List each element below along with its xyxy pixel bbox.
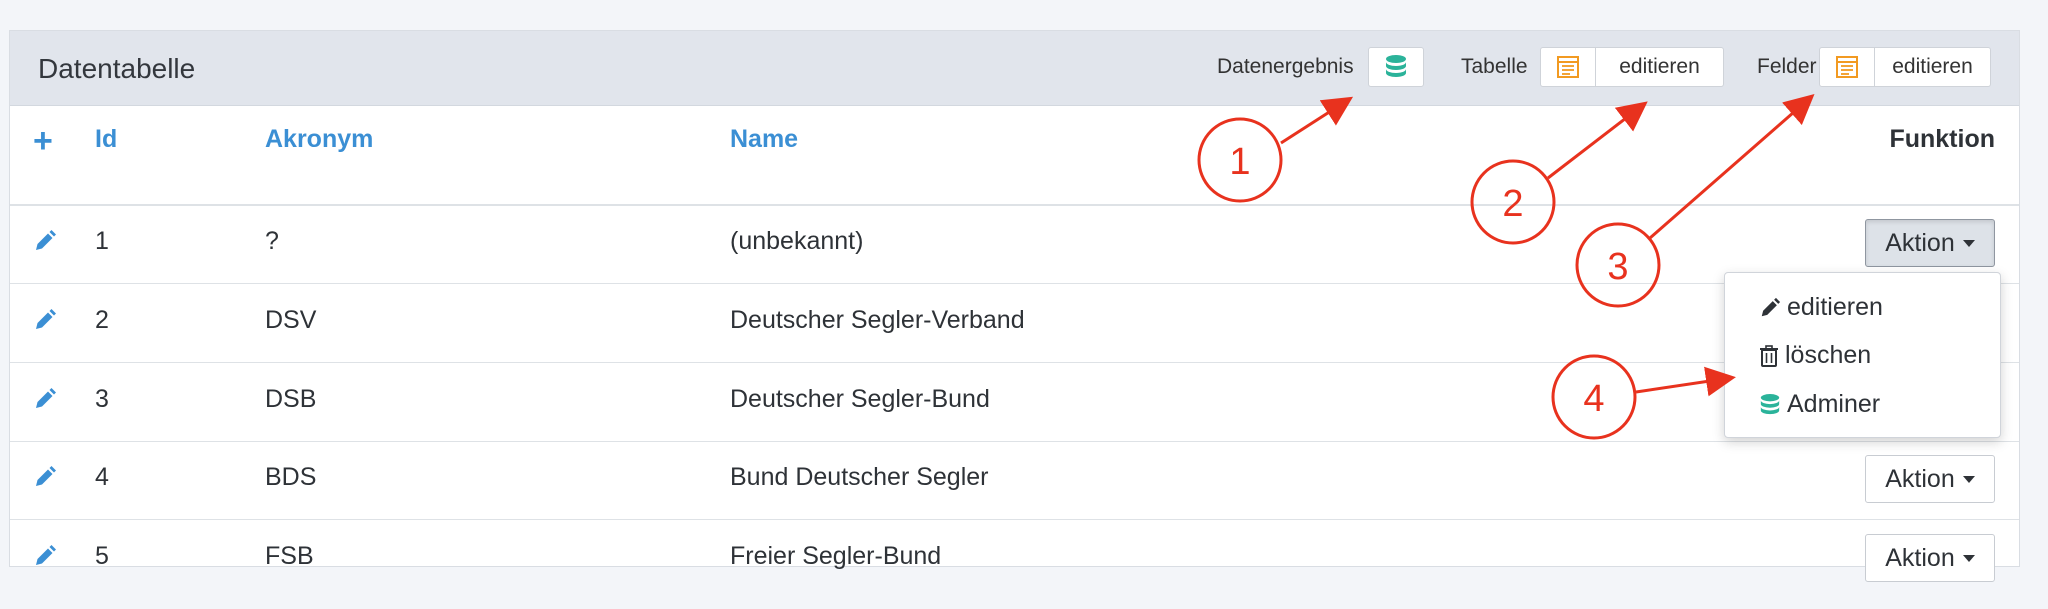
aktion-label: Aktion <box>1885 464 1955 493</box>
cell-name: (unbekannt) <box>730 227 864 255</box>
database-icon <box>1386 55 1406 77</box>
pencil-icon[interactable] <box>33 387 57 411</box>
column-header-name[interactable]: Name <box>730 125 798 154</box>
panel-header: Datentabelle Datenergebnis Tabelle editi… <box>10 31 2019 106</box>
felder-label: Felder <box>1757 55 1817 78</box>
database-icon <box>1760 393 1780 414</box>
cell-akronym: DSV <box>265 306 317 334</box>
cell-id: 2 <box>95 306 109 334</box>
cell-id: 1 <box>95 227 109 255</box>
cell-akronym: ? <box>265 227 279 255</box>
caret-down-icon <box>1962 554 1975 562</box>
table-row: 2 DSV Deutscher Segler-Verband Aktion <box>10 284 2019 363</box>
cell-id: 3 <box>95 385 109 413</box>
pencil-icon <box>1761 297 1781 316</box>
cell-akronym: DSB <box>265 385 317 413</box>
tabelle-label: Tabelle <box>1461 55 1528 78</box>
table-header: + Id Akronym Name Funktion <box>10 106 2019 206</box>
cell-akronym: FSB <box>265 542 314 570</box>
cell-name: Deutscher Segler-Verband <box>730 306 1025 334</box>
table-row: 5 FSB Freier Segler-Bund Aktion <box>10 520 2019 598</box>
cell-id: 5 <box>95 542 109 570</box>
cell-name: Freier Segler-Bund <box>730 542 942 570</box>
aktion-label: Aktion <box>1885 228 1955 257</box>
column-header-id[interactable]: Id <box>95 125 117 154</box>
table-row: 1 ? (unbekannt) Aktion <box>10 205 2019 284</box>
menu-item-label: Adminer <box>1787 390 1881 418</box>
datenergebnis-label: Datenergebnis <box>1217 55 1354 78</box>
felder-view-button[interactable] <box>1819 47 1875 87</box>
caret-down-icon <box>1962 475 1975 483</box>
menu-item-loeschen[interactable]: löschen <box>1759 341 1871 370</box>
aktion-label: Aktion <box>1885 543 1955 572</box>
caret-down-icon <box>1962 239 1975 247</box>
menu-item-editieren[interactable]: editieren <box>1759 293 1883 322</box>
column-header-funktion: Funktion <box>1889 125 1995 153</box>
trash-icon <box>1760 344 1778 367</box>
pencil-icon[interactable] <box>33 544 57 568</box>
pencil-icon[interactable] <box>33 308 57 332</box>
aktion-dropdown-button[interactable]: Aktion <box>1865 534 1995 582</box>
datenergebnis-button[interactable] <box>1368 47 1424 87</box>
felder-edit-button[interactable]: editieren <box>1875 47 1991 87</box>
aktion-dropdown-menu: editieren löschen Adminer <box>1724 272 2001 438</box>
menu-item-label: editieren <box>1787 293 1883 321</box>
pencil-icon[interactable] <box>33 229 57 253</box>
panel-title: Datentabelle <box>38 53 196 84</box>
table-row: 3 DSB Deutscher Segler-Bund Aktion <box>10 363 2019 442</box>
plus-icon[interactable]: + <box>33 122 53 161</box>
menu-item-label: löschen <box>1785 341 1872 369</box>
cell-name: Deutscher Segler-Bund <box>730 385 990 413</box>
cell-id: 4 <box>95 463 109 491</box>
cell-name: Bund Deutscher Segler <box>730 463 989 491</box>
table-icon <box>1836 56 1858 78</box>
menu-item-adminer[interactable]: Adminer <box>1759 390 1880 419</box>
tabelle-edit-button[interactable]: editieren <box>1596 47 1724 87</box>
cell-akronym: BDS <box>265 463 317 491</box>
table-icon <box>1557 56 1579 78</box>
tabelle-view-button[interactable] <box>1540 47 1596 87</box>
data-table-panel: Datentabelle Datenergebnis Tabelle editi… <box>9 30 2020 582</box>
table-row: 4 BDS Bund Deutscher Segler Aktion <box>10 441 2019 520</box>
pencil-icon[interactable] <box>33 465 57 489</box>
aktion-dropdown-button[interactable]: Aktion <box>1865 455 1995 503</box>
aktion-dropdown-button[interactable]: Aktion <box>1865 219 1995 267</box>
column-header-akronym[interactable]: Akronym <box>265 125 373 154</box>
